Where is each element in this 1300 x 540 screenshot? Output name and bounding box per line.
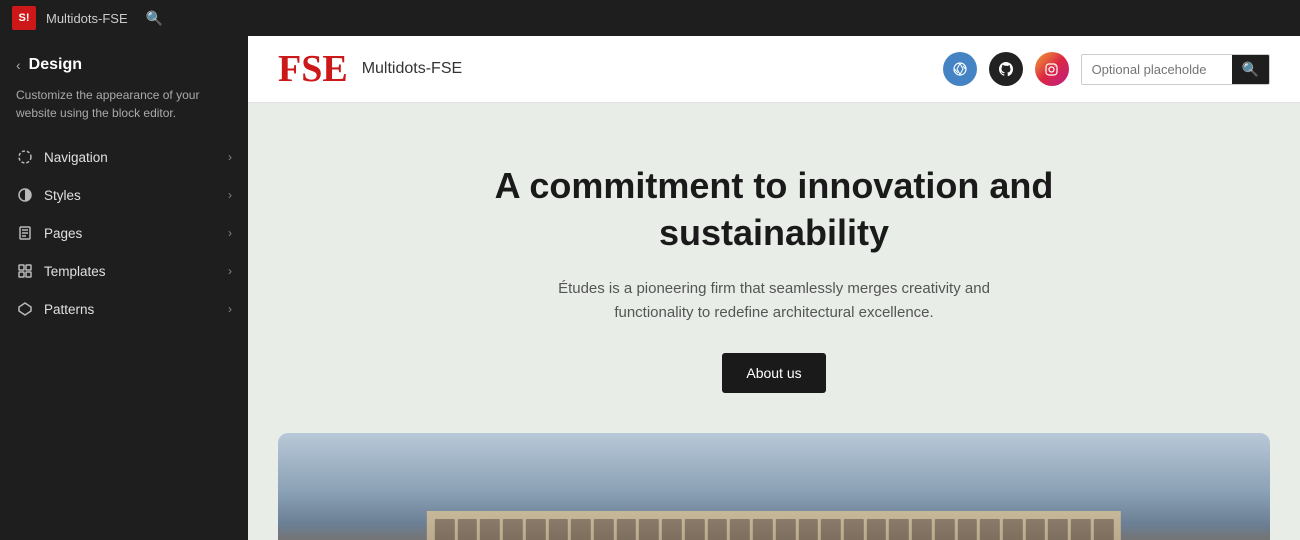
louver	[594, 519, 614, 540]
logo-text: S!	[19, 12, 30, 24]
building-louvers	[427, 511, 1121, 540]
louver	[707, 519, 727, 540]
navigation-label: Navigation	[44, 150, 108, 165]
search-input[interactable]	[1082, 56, 1232, 83]
search-bar: 🔍	[1081, 54, 1270, 85]
content-area: FSE Multidots-FSE	[248, 36, 1300, 540]
site-logo: FSE	[278, 50, 348, 88]
louver	[1003, 519, 1023, 540]
louver	[753, 519, 773, 540]
louver	[935, 519, 955, 540]
louver	[458, 519, 478, 540]
louver	[957, 519, 977, 540]
sidebar: ‹ Design Customize the appearance of you…	[0, 36, 248, 540]
styles-label: Styles	[44, 188, 81, 203]
louver	[571, 519, 591, 540]
top-bar: S! Multidots-FSE 🔍	[0, 0, 1300, 36]
louver	[776, 519, 796, 540]
building-image	[278, 433, 1270, 540]
louver	[889, 519, 909, 540]
about-us-button[interactable]: About us	[722, 353, 825, 393]
app-logo: S!	[12, 6, 36, 30]
louver	[639, 519, 659, 540]
louver	[866, 519, 886, 540]
louver	[1071, 519, 1091, 540]
sidebar-item-patterns[interactable]: Patterns ›	[0, 290, 248, 328]
site-header-right: 🔍	[943, 52, 1270, 86]
hero-title: A commitment to innovation and sustainab…	[449, 163, 1099, 257]
louver	[821, 519, 841, 540]
sidebar-title: Design	[29, 56, 82, 74]
louver	[1025, 519, 1045, 540]
louver	[1048, 519, 1068, 540]
louver	[844, 519, 864, 540]
site-name: Multidots-FSE	[362, 60, 462, 78]
patterns-chevron: ›	[228, 302, 232, 316]
louver	[480, 519, 500, 540]
louver	[617, 519, 637, 540]
sidebar-item-templates[interactable]: Templates ›	[0, 252, 248, 290]
github-icon[interactable]	[989, 52, 1023, 86]
louver	[662, 519, 682, 540]
styles-chevron: ›	[228, 188, 232, 202]
pages-label: Pages	[44, 226, 82, 241]
styles-icon	[16, 186, 34, 204]
sidebar-header: ‹ Design	[0, 44, 248, 82]
navigation-chevron: ›	[228, 150, 232, 164]
patterns-icon	[16, 300, 34, 318]
sidebar-item-navigation[interactable]: Navigation ›	[0, 138, 248, 176]
app-title: Multidots-FSE	[46, 11, 128, 26]
pages-chevron: ›	[228, 226, 232, 240]
back-button[interactable]: ‹	[16, 57, 21, 73]
sidebar-nav: Navigation › Styles ›	[0, 138, 248, 328]
louver	[1094, 519, 1114, 540]
templates-icon	[16, 262, 34, 280]
sidebar-item-pages[interactable]: Pages ›	[0, 214, 248, 252]
louver	[730, 519, 750, 540]
sidebar-item-styles[interactable]: Styles ›	[0, 176, 248, 214]
louver	[980, 519, 1000, 540]
top-search-button[interactable]: 🔍	[144, 7, 166, 29]
louver	[503, 519, 523, 540]
louver	[526, 519, 546, 540]
louver	[798, 519, 818, 540]
search-submit-button[interactable]: 🔍	[1232, 55, 1269, 84]
louvers-container	[427, 511, 1121, 540]
patterns-label: Patterns	[44, 302, 94, 317]
building-facade	[427, 463, 1121, 540]
navigation-icon	[16, 148, 34, 166]
louver	[548, 519, 568, 540]
site-header: FSE Multidots-FSE	[248, 36, 1300, 103]
hero-description: Études is a pioneering firm that seamles…	[524, 277, 1024, 325]
templates-label: Templates	[44, 264, 106, 279]
louver	[435, 519, 455, 540]
pages-icon	[16, 224, 34, 242]
templates-chevron: ›	[228, 264, 232, 278]
sidebar-description: Customize the appearance of your website…	[0, 82, 248, 138]
hero-section: A commitment to innovation and sustainab…	[248, 103, 1300, 433]
main-layout: ‹ Design Customize the appearance of you…	[0, 36, 1300, 540]
louver	[685, 519, 705, 540]
louver	[912, 519, 932, 540]
site-logo-area: FSE Multidots-FSE	[278, 50, 462, 88]
wordpress-icon[interactable]	[943, 52, 977, 86]
instagram-icon[interactable]	[1035, 52, 1069, 86]
